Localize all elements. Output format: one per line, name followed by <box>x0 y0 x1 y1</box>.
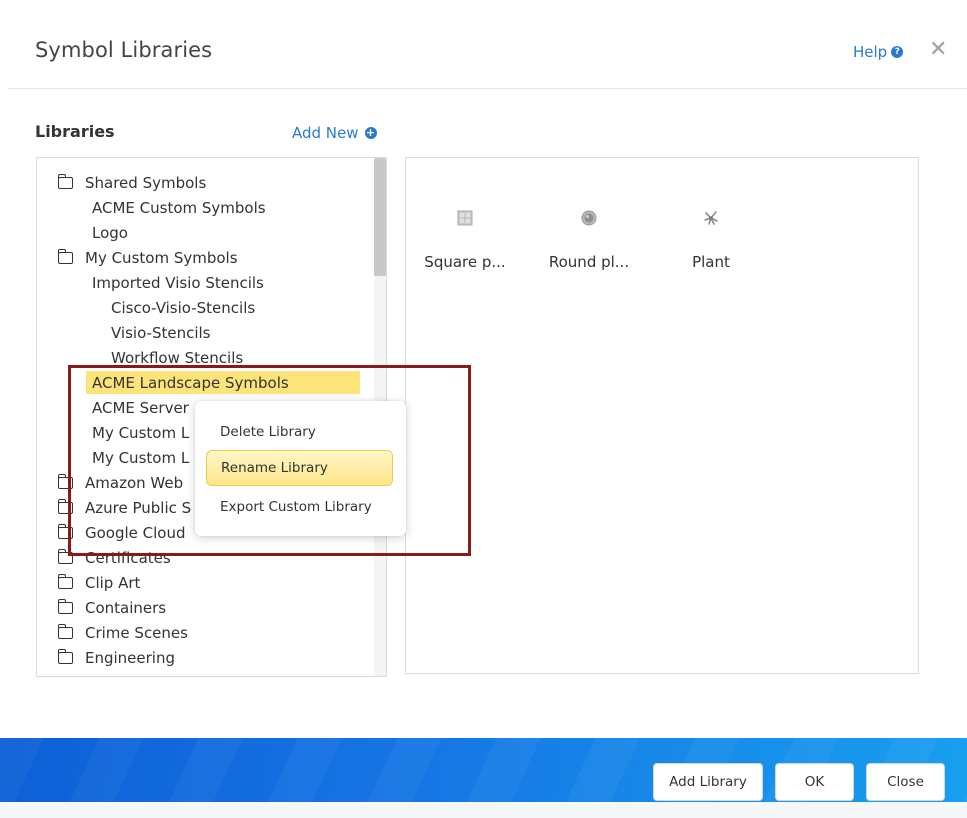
round-planter-icon <box>581 210 597 226</box>
tree-item-engineering[interactable]: Engineering <box>57 647 175 669</box>
menu-item-label: Rename Library <box>221 460 328 476</box>
symbol-plant[interactable]: Plant <box>661 210 761 271</box>
tree-item-visio-stencils[interactable]: Visio-Stencils <box>111 322 211 344</box>
close-icon[interactable]: ✕ <box>929 37 947 62</box>
tree-item-my-custom-symbols[interactable]: My Custom Symbols <box>57 247 238 269</box>
plant-icon <box>704 211 718 225</box>
tree-item-label: Cisco-Visio-Stencils <box>111 299 256 317</box>
symbol-round-planter[interactable]: Round pl... <box>539 210 639 271</box>
tree-item-label: Logo <box>92 224 128 242</box>
folder-icon <box>57 624 73 639</box>
symbol-label: Plant <box>692 253 730 271</box>
ok-button-label: OK <box>804 774 825 790</box>
tree-item-logo[interactable]: Logo <box>92 222 128 244</box>
close-button[interactable]: Close <box>866 763 945 801</box>
add-new-button[interactable]: Add New + <box>292 124 377 142</box>
tree-item-label: My Custom Symbols <box>85 249 238 267</box>
export-custom-library-menu-item[interactable]: Export Custom Library <box>206 489 393 525</box>
help-label: Help <box>853 43 888 61</box>
menu-item-label: Export Custom Library <box>220 499 372 515</box>
rename-library-menu-item[interactable]: Rename Library <box>206 450 393 486</box>
square-planter-icon <box>457 210 473 226</box>
bottom-strip <box>0 802 967 818</box>
folder-icon <box>57 249 73 264</box>
libraries-heading: Libraries <box>35 122 115 141</box>
ok-button[interactable]: OK <box>775 763 854 801</box>
symbol-square-planter[interactable]: Square p... <box>415 210 515 271</box>
tree-item-label: Crime Scenes <box>85 624 188 642</box>
delete-library-menu-item[interactable]: Delete Library <box>206 414 393 450</box>
header-divider <box>8 88 967 89</box>
symbol-label: Square p... <box>424 253 506 271</box>
tree-item-label: Shared Symbols <box>85 174 207 192</box>
tree-scrollbar-thumb[interactable] <box>374 158 386 276</box>
tree-item-acme-custom-symbols[interactable]: ACME Custom Symbols <box>92 197 266 219</box>
context-menu: Delete Library Rename Library Export Cus… <box>195 401 406 536</box>
folder-icon <box>57 599 73 614</box>
tree-item-label: Imported Visio Stencils <box>92 274 264 292</box>
tree-item-label: Clip Art <box>85 574 141 592</box>
folder-icon <box>57 574 73 589</box>
plus-circle-icon: + <box>364 126 377 139</box>
add-library-button[interactable]: Add Library <box>653 763 763 801</box>
tree-item-label: Visio-Stencils <box>111 324 211 342</box>
add-library-button-label: Add Library <box>669 774 747 790</box>
tree-item-containers[interactable]: Containers <box>57 597 167 619</box>
dialog-title: Symbol Libraries <box>35 38 213 62</box>
tree-item-label: Containers <box>85 599 167 617</box>
symbol-label: Round pl... <box>548 253 630 271</box>
help-link[interactable]: Help ? <box>853 43 904 61</box>
menu-item-label: Delete Library <box>220 424 316 440</box>
tree-item-cisco-visio-stencils[interactable]: Cisco-Visio-Stencils <box>111 297 255 319</box>
folder-icon <box>57 649 73 664</box>
tree-item-imported-visio-stencils[interactable]: Imported Visio Stencils <box>92 272 264 294</box>
tree-item-label: ACME Custom Symbols <box>92 199 266 217</box>
question-circle-icon: ? <box>891 46 904 58</box>
tree-item-crime-scenes[interactable]: Crime Scenes <box>57 622 188 644</box>
tree-item-clip-art[interactable]: Clip Art <box>57 572 141 594</box>
tree-item-label: Engineering <box>85 649 175 667</box>
tree-item-shared-symbols[interactable]: Shared Symbols <box>57 172 207 194</box>
add-new-label: Add New <box>292 124 359 142</box>
folder-icon <box>57 174 73 189</box>
close-button-label: Close <box>887 774 924 790</box>
